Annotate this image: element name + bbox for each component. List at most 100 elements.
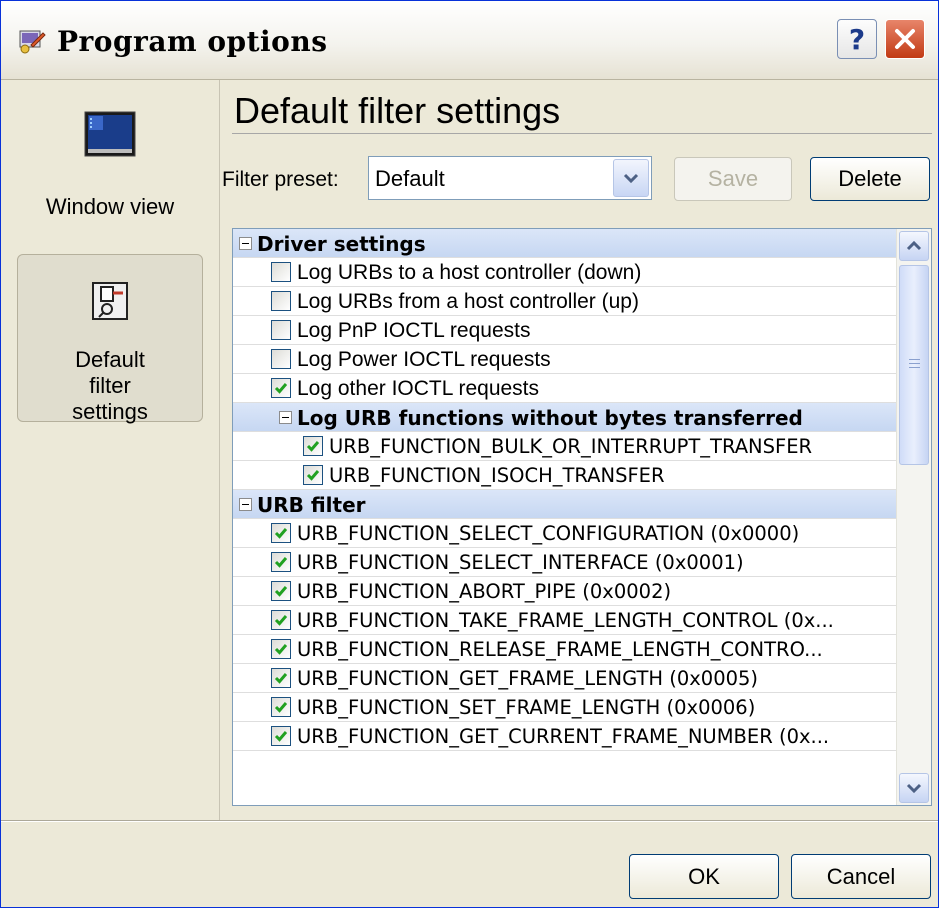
window-title: Program options	[57, 25, 328, 58]
checkbox[interactable]	[303, 465, 323, 485]
tree-row-label: URB_FUNCTION_SET_FRAME_LENGTH (0x0006)	[297, 696, 756, 719]
tree-row[interactable]: URB_FUNCTION_GET_CURRENT_FRAME_NUMBER (0…	[233, 722, 897, 751]
options-sidebar: Window view Default filter settings	[1, 80, 220, 820]
tree-row-label: URB_FUNCTION_SELECT_INTERFACE (0x0001)	[297, 551, 744, 574]
checkmark-icon	[274, 673, 288, 684]
checkmark-icon	[274, 615, 288, 626]
filter-tree[interactable]: Driver settings Log URBs to a host contro…	[232, 228, 932, 806]
tree-row-label: Log other IOCTL requests	[297, 377, 540, 400]
footer-divider	[1, 820, 938, 822]
tree-row[interactable]: Log other IOCTL requests	[233, 374, 897, 403]
program-options-dialog: Program options ? Window view Default fi…	[0, 0, 939, 908]
tree-row-label: URB_FUNCTION_GET_FRAME_LENGTH (0x0005)	[297, 667, 759, 690]
scroll-thumb[interactable]	[899, 265, 929, 465]
save-button[interactable]: Save	[674, 157, 792, 201]
tree-row[interactable]: URB_FUNCTION_GET_FRAME_LENGTH (0x0005)	[233, 664, 897, 693]
close-icon	[895, 29, 915, 49]
program-options-icon	[19, 30, 46, 54]
tree-row[interactable]: URB_FUNCTION_SELECT_CONFIGURATION (0x000…	[233, 519, 897, 548]
scroll-up-button[interactable]	[899, 231, 929, 261]
cancel-button[interactable]: Cancel	[791, 854, 931, 899]
collapse-icon[interactable]	[279, 411, 292, 424]
filter-preset-select[interactable]: Default	[368, 156, 652, 200]
checkmark-icon	[274, 557, 288, 568]
tree-row[interactable]: URB_FUNCTION_SET_FRAME_LENGTH (0x0006)	[233, 693, 897, 722]
collapse-icon[interactable]	[239, 237, 252, 250]
page-title: Default filter settings	[234, 90, 561, 131]
checkmark-icon	[274, 528, 288, 539]
dropdown-button[interactable]	[613, 159, 649, 197]
checkbox[interactable]	[271, 523, 291, 543]
scroll-grip-icon	[909, 359, 920, 368]
checkbox[interactable]	[271, 697, 291, 717]
tree-row-label: Log URBs from a host controller (up)	[297, 290, 639, 313]
tree-row-label: URB_FUNCTION_TAKE_FRAME_LENGTH_CONTROL (…	[297, 609, 834, 632]
checkbox[interactable]	[271, 262, 291, 282]
tree-row[interactable]: URB_FUNCTION_ABORT_PIPE (0x0002)	[233, 577, 897, 606]
tree-row[interactable]: Log PnP IOCTL requests	[233, 316, 897, 345]
tree-row[interactable]: URB_FUNCTION_RELEASE_FRAME_LENGTH_CONTRO…	[233, 635, 897, 664]
tree-row-label: URB filter	[257, 493, 366, 517]
tree-row-label: Log Power IOCTL requests	[297, 348, 551, 371]
filter-settings-icon	[92, 282, 128, 320]
tree-row-label: Driver settings	[257, 232, 426, 256]
tree-row-label: URB_FUNCTION_SELECT_CONFIGURATION (0x000…	[297, 522, 800, 545]
settings-panel: Default filter settings Filter preset: D…	[220, 80, 938, 820]
checkmark-icon	[274, 731, 288, 742]
window-view-icon	[84, 111, 136, 157]
checkbox[interactable]	[271, 610, 291, 630]
tree-row-label: Log URB functions without bytes transfer…	[297, 406, 803, 430]
help-button[interactable]: ?	[837, 19, 877, 59]
sidebar-item-label: Window view	[45, 194, 175, 219]
tree-row-label: URB_FUNCTION_ABORT_PIPE (0x0002)	[297, 580, 672, 603]
ok-button[interactable]: OK	[629, 854, 779, 899]
checkmark-icon	[274, 586, 288, 597]
checkbox[interactable]	[271, 291, 291, 311]
checkmark-icon	[306, 470, 320, 481]
checkmark-icon	[274, 702, 288, 713]
delete-button[interactable]: Delete	[810, 157, 930, 201]
checkbox[interactable]	[271, 378, 291, 398]
filter-preset-label: Filter preset:	[222, 168, 339, 191]
title-divider	[232, 133, 932, 134]
tree-row-label: URB_FUNCTION_RELEASE_FRAME_LENGTH_CONTRO…	[297, 638, 823, 661]
chevron-down-icon	[623, 173, 639, 184]
chevron-up-icon	[906, 240, 922, 251]
tree-row-label: URB_FUNCTION_ISOCH_TRANSFER	[329, 464, 665, 487]
chevron-down-icon	[906, 783, 922, 794]
title-bar[interactable]: Program options ?	[1, 1, 938, 80]
tree-row-label: URB_FUNCTION_BULK_OR_INTERRUPT_TRANSFER	[329, 435, 813, 458]
checkbox[interactable]	[271, 349, 291, 369]
tree-group-row[interactable]: URB filter	[233, 490, 897, 519]
sidebar-item-default-filter-settings[interactable]: Default filter settings	[17, 254, 203, 424]
tree-row[interactable]: URB_FUNCTION_ISOCH_TRANSFER	[233, 461, 897, 490]
tree-row[interactable]: Log URBs from a host controller (up)	[233, 287, 897, 316]
tree-group-row[interactable]: Log URB functions without bytes transfer…	[233, 403, 897, 432]
close-button[interactable]	[885, 19, 925, 59]
checkbox[interactable]	[303, 436, 323, 456]
sidebar-item-window-view[interactable]: Window view	[17, 90, 203, 240]
checkbox[interactable]	[271, 639, 291, 659]
sidebar-item-label: Default filter settings	[72, 347, 148, 424]
tree-group-row[interactable]: Driver settings	[233, 229, 897, 258]
vertical-scrollbar[interactable]	[896, 229, 931, 805]
checkbox[interactable]	[271, 552, 291, 572]
checkbox[interactable]	[271, 668, 291, 688]
tree-row[interactable]: Log Power IOCTL requests	[233, 345, 897, 374]
tree-row[interactable]: Log URBs to a host controller (down)	[233, 258, 897, 287]
checkbox[interactable]	[271, 726, 291, 746]
checkbox[interactable]	[271, 320, 291, 340]
tree-row-label: Log PnP IOCTL requests	[297, 319, 531, 342]
checkmark-icon	[274, 383, 288, 394]
tree-row[interactable]: URB_FUNCTION_TAKE_FRAME_LENGTH_CONTROL (…	[233, 606, 897, 635]
collapse-icon[interactable]	[239, 498, 252, 511]
tree-row-label: URB_FUNCTION_GET_CURRENT_FRAME_NUMBER (0…	[297, 725, 830, 748]
tree-row[interactable]: URB_FUNCTION_SELECT_INTERFACE (0x0001)	[233, 548, 897, 577]
checkmark-icon	[274, 644, 288, 655]
tree-row-label: Log URBs to a host controller (down)	[297, 261, 642, 284]
filter-preset-value: Default	[375, 166, 445, 191]
checkbox[interactable]	[271, 581, 291, 601]
tree-row[interactable]: URB_FUNCTION_BULK_OR_INTERRUPT_TRANSFER	[233, 432, 897, 461]
scroll-down-button[interactable]	[899, 773, 929, 803]
checkmark-icon	[306, 441, 320, 452]
